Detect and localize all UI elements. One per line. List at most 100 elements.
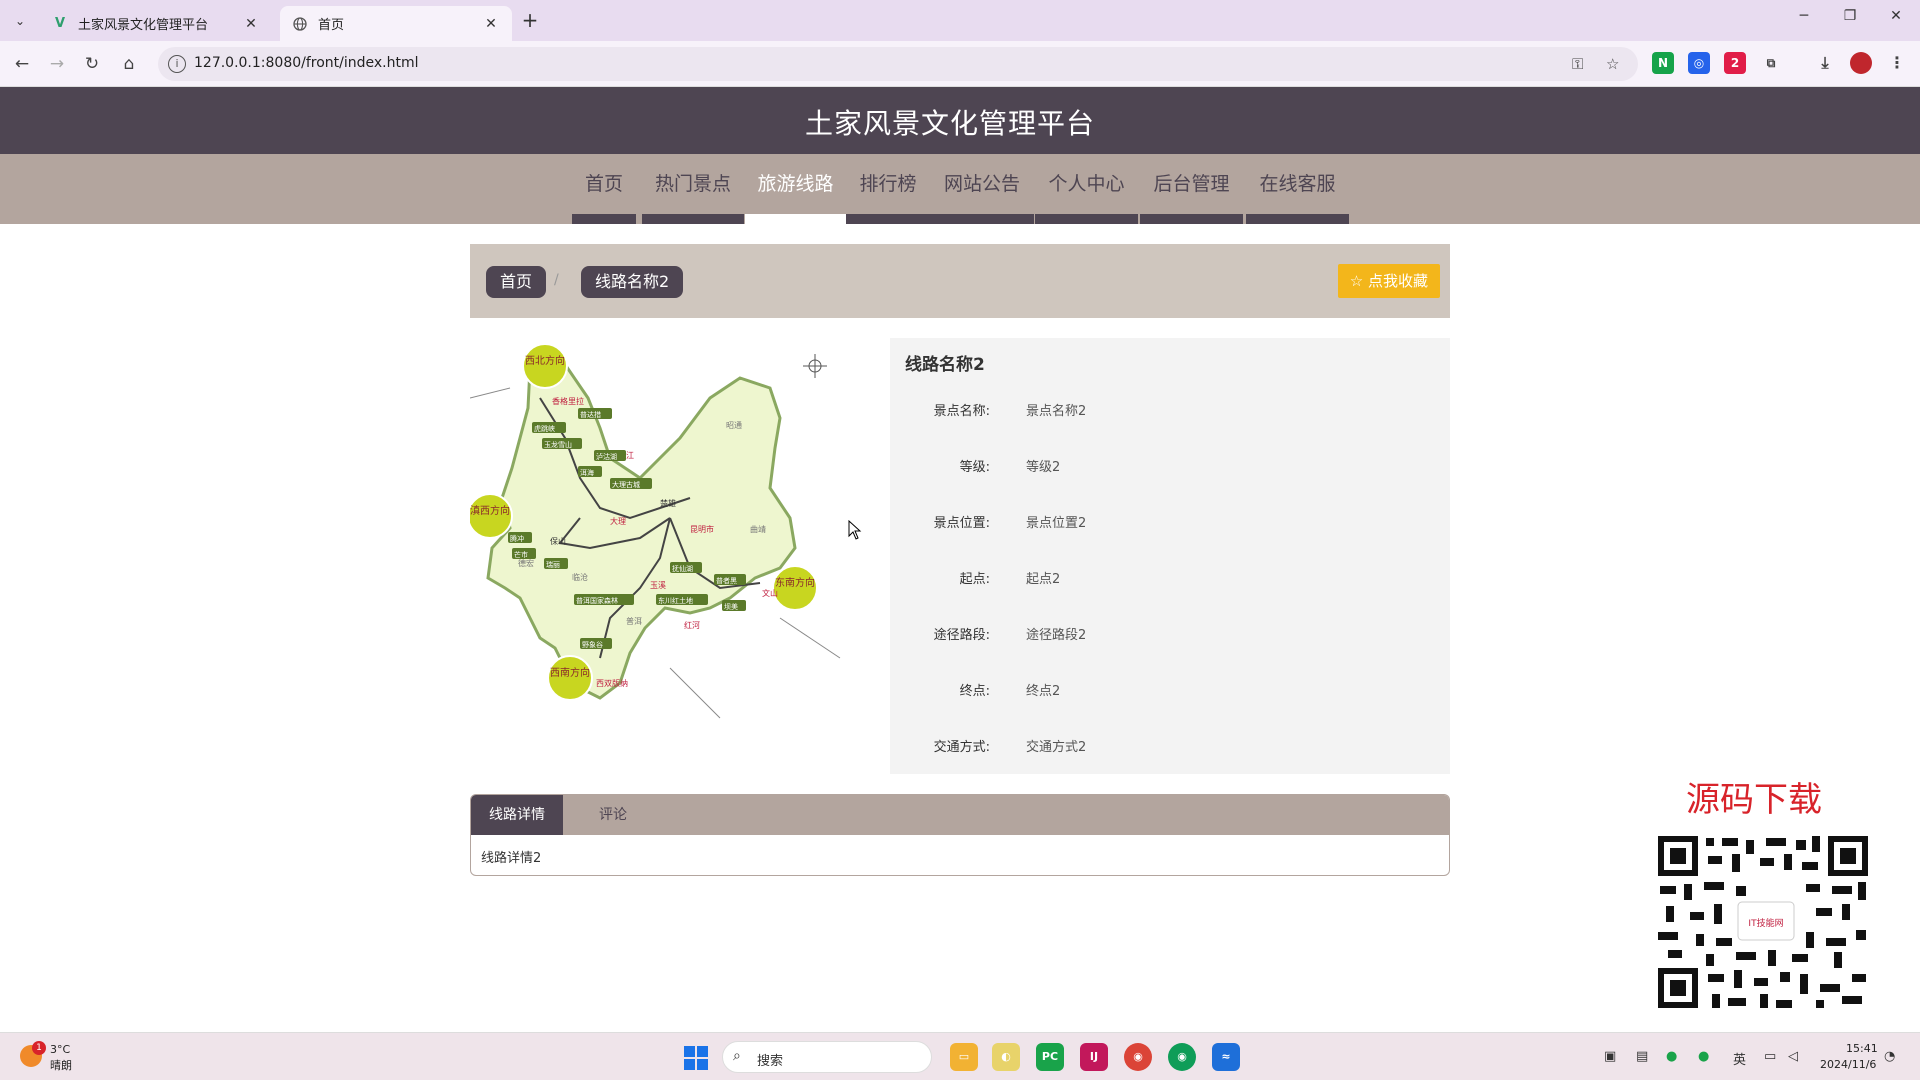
pycharm-icon[interactable]: PC xyxy=(1036,1043,1064,1071)
site-info-icon[interactable]: i xyxy=(168,55,186,73)
tab-close-icon[interactable]: ✕ xyxy=(482,16,500,32)
back-icon[interactable]: ← xyxy=(10,52,34,76)
tray-app-icon[interactable]: ▣ xyxy=(1604,1049,1616,1064)
map-region-label: 西南方向 xyxy=(550,666,590,679)
detail-label: 交通方式: xyxy=(933,740,990,755)
browser-tab-admin[interactable]: V 土家风景文化管理平台 ✕ xyxy=(40,6,272,41)
detail-value: 等级2 xyxy=(1026,460,1061,475)
download-icon[interactable]: ⤓ xyxy=(1814,52,1836,74)
nav-label: 排行榜 xyxy=(859,173,917,195)
tab-title: 首页 xyxy=(318,18,345,33)
remote-app-icon[interactable]: ≈ xyxy=(1212,1043,1240,1071)
minimize-icon[interactable]: ─ xyxy=(1784,8,1824,32)
home-icon[interactable]: ⌂ xyxy=(117,52,141,76)
map-place-label: 普洱国家森林 xyxy=(576,596,618,605)
extension-n-icon[interactable]: N xyxy=(1652,52,1674,74)
favorite-button[interactable]: ☆ 点我收藏 xyxy=(1337,264,1440,298)
nav-hot-spots[interactable]: 热门景点 xyxy=(642,154,744,224)
clock-date[interactable]: 2024/11/6 xyxy=(1820,1058,1876,1071)
map-city-label: 昭通 xyxy=(726,420,742,430)
map-place-label: 瑞丽 xyxy=(546,560,560,569)
close-window-icon[interactable]: ✕ xyxy=(1876,8,1916,32)
chrome-alt-icon[interactable]: ◉ xyxy=(1168,1043,1196,1071)
extensions-puzzle-icon[interactable]: ⧉ xyxy=(1760,52,1782,74)
map-city-label: 西双版纳 xyxy=(596,678,628,688)
chrome-icon[interactable]: ◉ xyxy=(1124,1043,1152,1071)
map-place-label: 芒市 xyxy=(514,550,528,559)
breadcrumb: 首页 / 线路名称2 ☆ 点我收藏 xyxy=(470,244,1450,318)
breadcrumb-current[interactable]: 线路名称2 xyxy=(581,266,684,298)
nav-profile[interactable]: 个人中心 xyxy=(1035,154,1138,224)
map-region-label: 东南方向 xyxy=(775,576,815,589)
tray-wechat-icon[interactable]: ● xyxy=(1666,1049,1677,1064)
route-detail-content: 线路详情2 xyxy=(481,851,542,866)
extension-2-icon[interactable]: 2 xyxy=(1724,52,1746,74)
forward-icon[interactable]: → xyxy=(45,52,69,76)
nav-label: 网站公告 xyxy=(943,173,1020,195)
nav-home[interactable]: 首页 xyxy=(572,154,636,224)
nav-label: 首页 xyxy=(584,173,623,195)
tab-close-icon[interactable]: ✕ xyxy=(242,16,260,32)
detail-label: 途径路段: xyxy=(933,628,990,643)
windows-start-icon[interactable] xyxy=(684,1046,708,1070)
nav-admin[interactable]: 后台管理 xyxy=(1140,154,1243,224)
app-shell-icon[interactable]: ◐ xyxy=(992,1043,1020,1071)
tray-chat-icon[interactable]: ● xyxy=(1698,1049,1709,1064)
volume-icon[interactable]: ◁ xyxy=(1788,1049,1798,1064)
new-tab-button[interactable]: + xyxy=(518,9,542,33)
map-region-label: 滇西方向 xyxy=(470,504,510,517)
tab-route-detail[interactable]: 线路详情 xyxy=(471,795,563,835)
nav-routes[interactable]: 旅游线路 xyxy=(745,154,846,224)
map-place-label: 虎跳峡 xyxy=(534,424,555,433)
tab-search-menu-button[interactable]: ⌄ xyxy=(8,9,32,33)
profile-avatar-icon[interactable] xyxy=(1850,52,1872,74)
globe-favicon-icon xyxy=(292,16,308,32)
detail-label: 等级: xyxy=(959,460,990,475)
map-city-label: 普洱 xyxy=(626,616,642,626)
site-title: 土家风景文化管理平台 xyxy=(804,107,1095,140)
notification-bell-icon[interactable]: ◔ xyxy=(1884,1049,1895,1064)
map-city-label: 保山 xyxy=(550,536,566,546)
detail-value: 交通方式2 xyxy=(1026,740,1087,755)
detail-value: 终点2 xyxy=(1026,684,1061,699)
nav-label: 旅游线路 xyxy=(757,173,834,195)
weather-description: 晴朗 xyxy=(50,1059,72,1072)
browser-menu-icon[interactable]: ⋮ xyxy=(1886,52,1908,74)
tab-comments[interactable]: 评论 xyxy=(563,795,663,835)
map-place-label: 坝美 xyxy=(724,602,738,611)
taskbar-search[interactable]: ⌕ 搜索 xyxy=(722,1041,932,1073)
password-key-icon[interactable]: ⚿ xyxy=(1572,55,1583,73)
detail-label: 终点: xyxy=(959,684,990,699)
extension-copilot-icon[interactable]: ◎ xyxy=(1688,52,1710,74)
map-city-label: 大理 xyxy=(610,516,626,526)
tray-app-icon[interactable]: ▤ xyxy=(1636,1049,1648,1064)
clock-time[interactable]: 15:41 xyxy=(1846,1042,1878,1055)
map-city-label: 昆明市 xyxy=(690,524,714,534)
search-icon: ⌕ xyxy=(733,1048,741,1064)
restore-icon[interactable]: ❐ xyxy=(1830,8,1870,32)
nav-announcements[interactable]: 网站公告 xyxy=(930,154,1034,224)
map-place-label: 普达措 xyxy=(580,410,601,419)
intellij-icon[interactable]: IJ xyxy=(1080,1043,1108,1071)
network-icon[interactable]: ▭ xyxy=(1764,1049,1776,1064)
map-region-label: 西北方向 xyxy=(525,354,565,367)
weather-badge: 1 xyxy=(32,1041,46,1055)
detail-value: 景点位置2 xyxy=(1026,516,1087,531)
browser-tab-home[interactable]: 首页 ✕ xyxy=(280,6,512,41)
address-bar[interactable]: i 127.0.0.1:8080/front/index.html ⚿ ☆ xyxy=(158,47,1638,81)
nav-support[interactable]: 在线客服 xyxy=(1246,154,1349,224)
route-map-image: 西北方向 滇西方向 东南方向 西南方向 香格里拉 丽江 大理 保山 楚雄 昆明市… xyxy=(467,338,870,738)
bookmark-star-icon[interactable]: ☆ xyxy=(1606,55,1619,73)
reload-icon[interactable]: ↻ xyxy=(80,52,104,76)
file-explorer-icon[interactable]: ▭ xyxy=(950,1043,978,1071)
promo-download-text: 源码下载 xyxy=(1686,780,1822,820)
detail-label: 起点: xyxy=(959,572,990,587)
map-place-label: 抚仙湖 xyxy=(672,564,693,573)
breadcrumb-separator: / xyxy=(554,272,559,288)
map-place-label: 东川红土地 xyxy=(658,596,693,605)
nav-label: 后台管理 xyxy=(1153,173,1230,195)
breadcrumb-home[interactable]: 首页 xyxy=(486,266,547,298)
map-place-label: 泸沽湖 xyxy=(596,452,617,461)
nav-ranking[interactable]: 排行榜 xyxy=(846,154,930,224)
ime-indicator[interactable]: 英 xyxy=(1733,1049,1746,1068)
